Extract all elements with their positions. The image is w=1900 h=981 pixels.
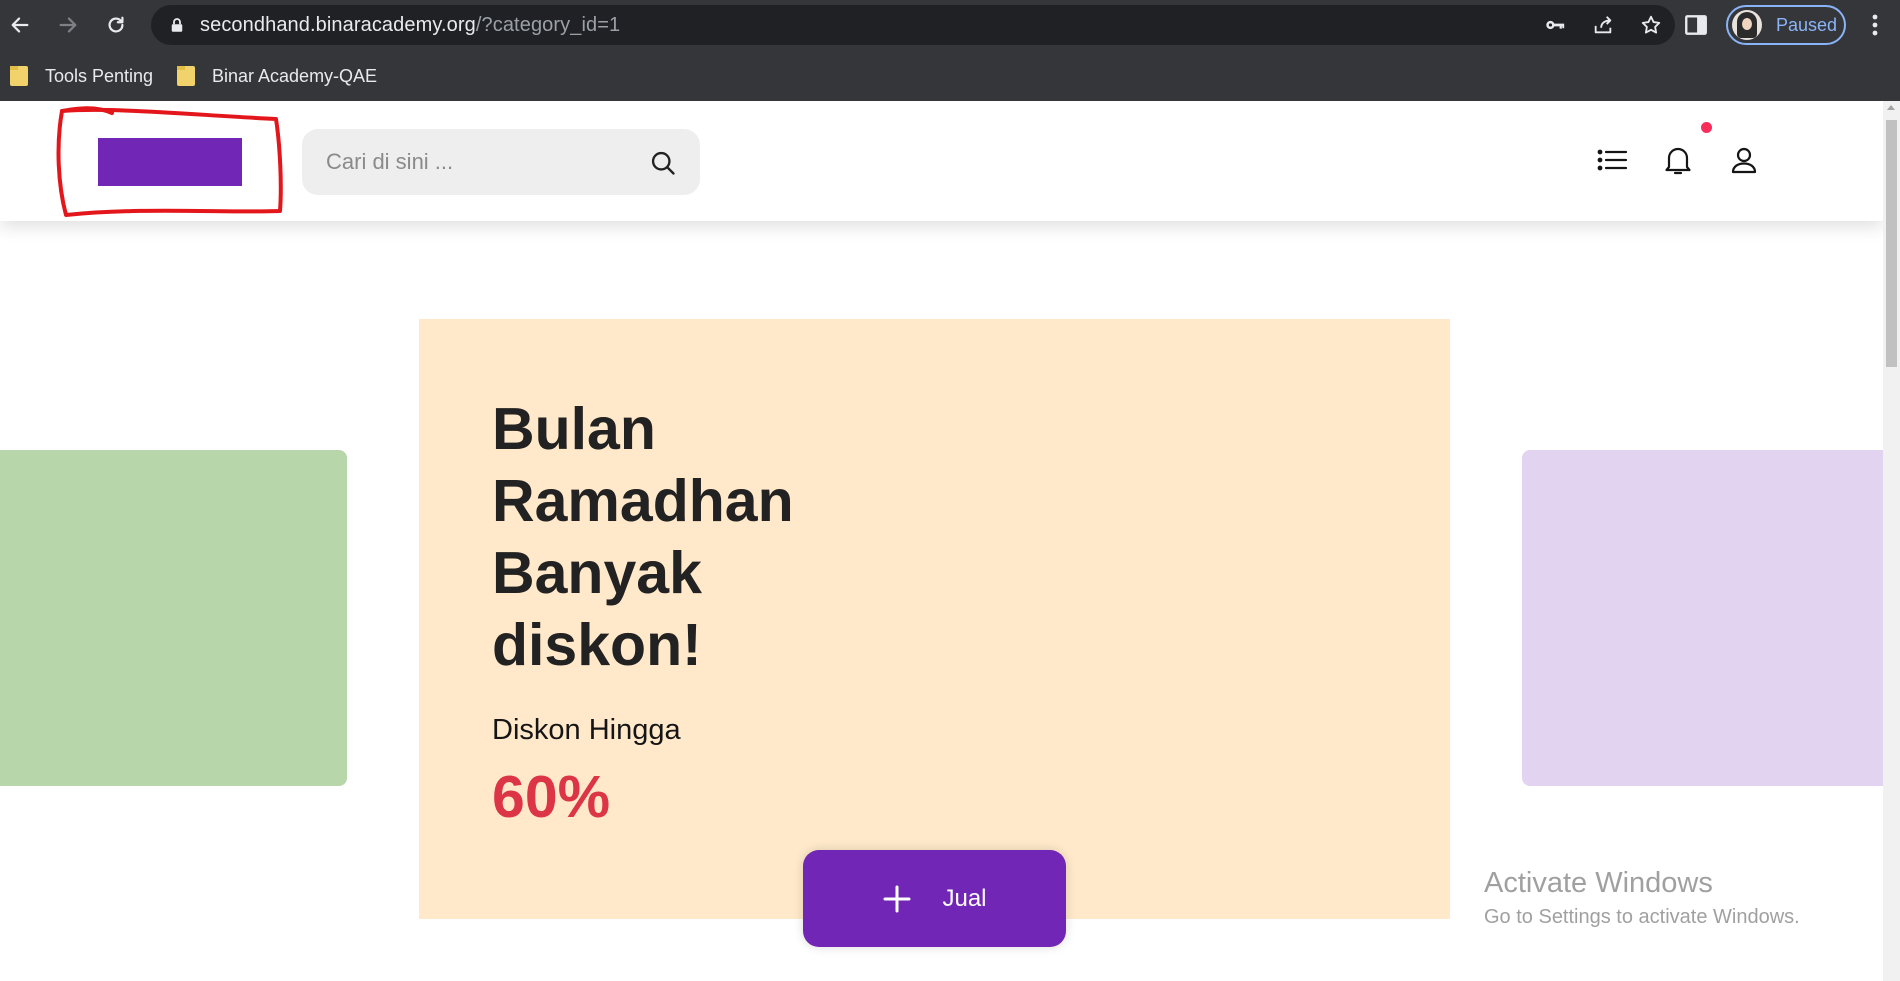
scrollbar-thumb[interactable] [1886, 120, 1897, 367]
banner-title-line: diskon! [492, 612, 702, 678]
bell-icon[interactable] [1662, 144, 1694, 176]
address-bar[interactable]: secondhand.binaracademy.org/?category_id… [151, 5, 1675, 45]
folder-icon [177, 66, 195, 86]
more-menu-icon[interactable] [1865, 12, 1885, 38]
share-icon [1594, 16, 1612, 34]
browser-toolbar: secondhand.binaracademy.org/?category_id… [0, 0, 1900, 50]
bookmarks-bar: Tools Penting Binar Academy-QAE [0, 50, 1900, 101]
banner-slide-next[interactable] [1522, 450, 1883, 786]
password-key-button[interactable] [1531, 5, 1579, 45]
user-icon[interactable] [1728, 144, 1760, 176]
side-panel-icon[interactable] [1683, 12, 1709, 38]
browser-chrome: secondhand.binaracademy.org/?category_id… [0, 0, 1900, 101]
search-bar[interactable] [302, 129, 700, 195]
windows-activation-watermark: Activate Windows Go to Settings to activ… [1484, 867, 1800, 929]
scroll-up-arrow[interactable] [1887, 105, 1895, 110]
sell-button-label: Jual [942, 884, 987, 912]
red-annotation-circle [56, 106, 283, 217]
banner-slide-active[interactable]: Bulan Ramadhan Banyak diskon! Diskon Hin… [419, 319, 1450, 919]
plus-icon [883, 885, 911, 912]
bookmark-label: Tools Penting [45, 65, 154, 86]
notification-dot [1701, 122, 1712, 133]
sell-button[interactable]: Jual [803, 850, 1066, 947]
banner-slide-previous[interactable] [0, 450, 347, 786]
back-button[interactable] [5, 10, 35, 40]
list-icon[interactable] [1596, 144, 1628, 176]
profile-status: Paused [1776, 14, 1838, 35]
banner-title-line: Ramadhan [492, 468, 794, 534]
site-header [0, 101, 1883, 221]
banner-subtitle: Diskon Hingga [492, 714, 681, 746]
folder-icon [10, 66, 28, 86]
profile-button[interactable]: Paused [1726, 5, 1846, 45]
bookmark-label: Binar Academy-QAE [212, 65, 378, 86]
bookmark-folder-binar-academy[interactable]: Binar Academy-QAE [177, 64, 377, 88]
search-input[interactable] [326, 146, 636, 178]
forward-button[interactable] [53, 10, 83, 40]
url-host: secondhand.binaracademy.org [200, 14, 476, 36]
banner-title-line: Banyak [492, 540, 702, 606]
page-scrollbar[interactable] [1883, 101, 1900, 981]
reload-icon [108, 16, 124, 33]
bookmark-folder-tools-penting[interactable]: Tools Penting [10, 64, 153, 88]
arrow-left-icon [11, 17, 29, 33]
reload-button[interactable] [101, 10, 131, 40]
bookmark-star-button[interactable] [1627, 5, 1675, 45]
url-text: secondhand.binaracademy.org/?category_id… [200, 14, 620, 37]
avatar [1732, 10, 1762, 40]
watermark-line1: Activate Windows [1484, 867, 1713, 899]
star-icon [1641, 15, 1661, 34]
lock-icon [171, 18, 183, 32]
banner-title: Bulan Ramadhan Banyak diskon! [492, 393, 912, 681]
banner-title-line: Bulan [492, 396, 656, 462]
banner-discount-percent: 60% [492, 764, 611, 830]
share-button[interactable] [1579, 5, 1627, 45]
key-icon [1546, 20, 1565, 30]
search-icon[interactable] [649, 149, 677, 177]
watermark-line2: Go to Settings to activate Windows. [1484, 906, 1800, 928]
url-path: /?category_id=1 [475, 14, 621, 36]
web-page: Bulan Ramadhan Banyak diskon! Diskon Hin… [0, 101, 1900, 981]
arrow-right-icon [59, 17, 77, 33]
